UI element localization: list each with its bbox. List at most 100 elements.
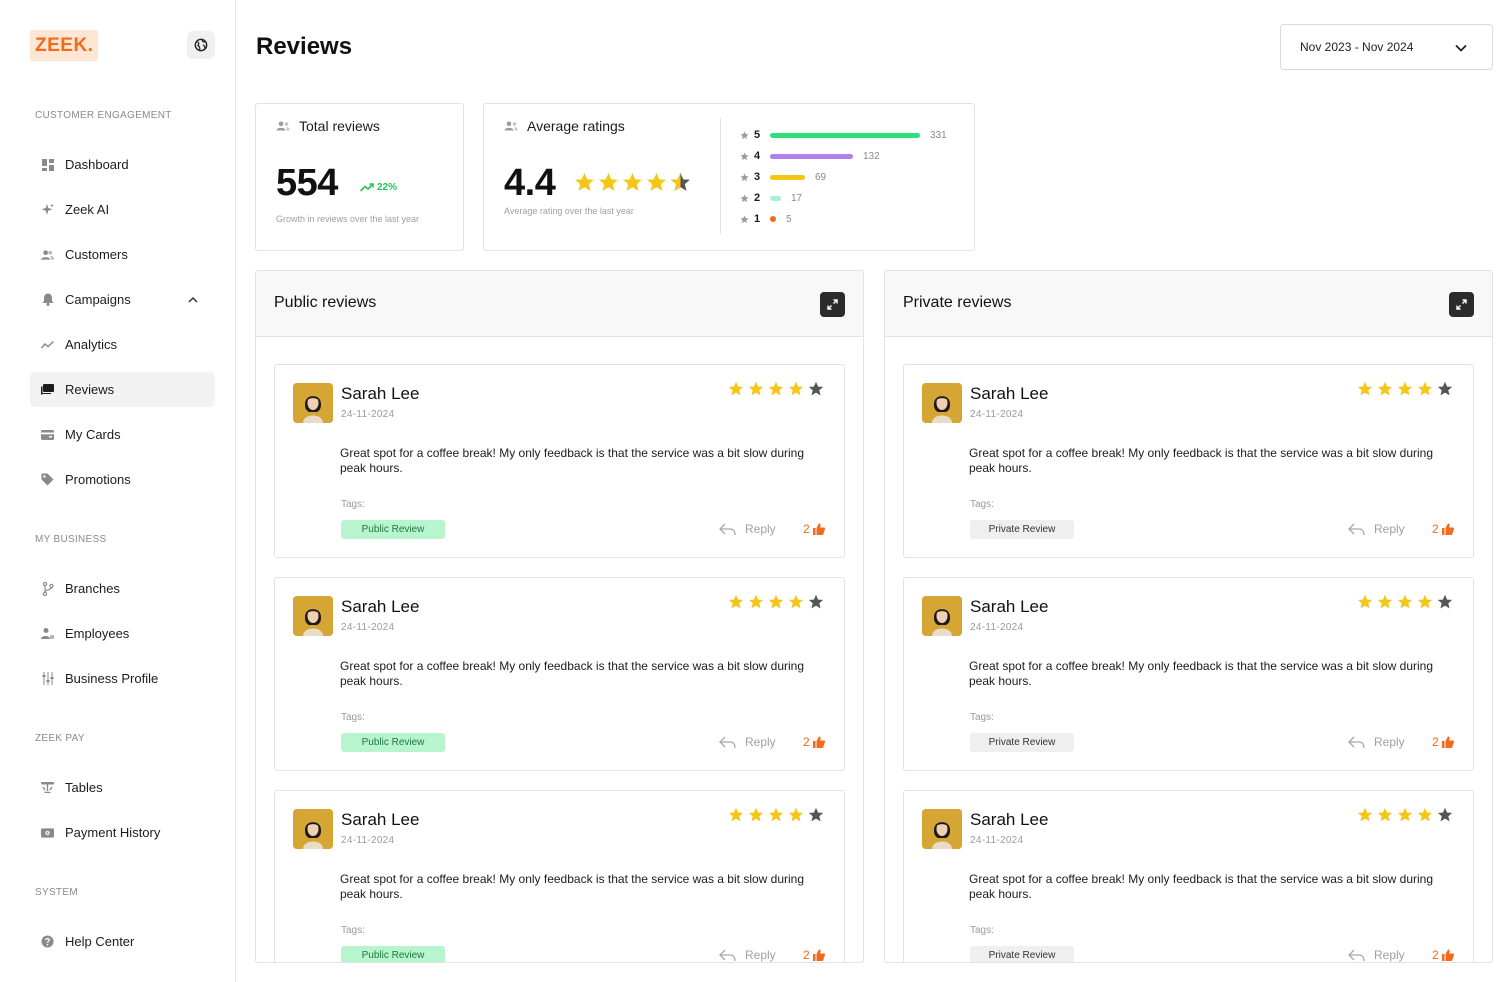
- trend-up-icon: [360, 183, 374, 192]
- sidebar-item-label: Tables: [65, 780, 103, 795]
- like-button[interactable]: 2: [803, 522, 825, 536]
- sidebar-item-dashboard[interactable]: Dashboard: [30, 147, 215, 182]
- sidebar-item-branches[interactable]: Branches: [30, 571, 215, 606]
- like-button[interactable]: 2: [1432, 522, 1454, 536]
- rating-count: 17: [791, 192, 803, 204]
- tags-label: Tags:: [341, 712, 365, 723]
- expand-button[interactable]: [1449, 292, 1474, 317]
- review-card: Sarah Lee 24-11-2024 Great spot for a coff…: [903, 577, 1474, 771]
- star-filled-icon: [599, 173, 618, 191]
- panel-title: Private reviews: [903, 294, 1012, 311]
- rating-count: 331: [930, 129, 947, 141]
- review-tag[interactable]: Public Review: [341, 520, 445, 539]
- star-empty-icon: [808, 594, 824, 609]
- rating-count: 132: [863, 150, 880, 162]
- sidebar-item-payment-history[interactable]: Payment History: [30, 815, 215, 850]
- card-icon: [41, 428, 54, 441]
- review-tag[interactable]: Private Review: [970, 946, 1074, 962]
- reply-icon: [719, 523, 736, 535]
- rating-stars-label: 5: [754, 129, 761, 141]
- star-filled-icon: [788, 807, 804, 822]
- thumbs-up-icon: [812, 523, 825, 535]
- review-tag[interactable]: Private Review: [970, 733, 1074, 752]
- avatar: [922, 596, 962, 636]
- sidebar-item-customers[interactable]: Customers: [30, 237, 215, 272]
- sidebar-item-campaigns[interactable]: Campaigns: [30, 282, 215, 317]
- rating-row-5: 5 331: [740, 128, 947, 142]
- review-tag[interactable]: Public Review: [341, 733, 445, 752]
- star-filled-icon: [728, 807, 744, 822]
- users-icon: [41, 248, 54, 261]
- reply-label: Reply: [1374, 735, 1405, 749]
- sidebar-item-label: Payment History: [65, 825, 161, 840]
- review-date: 24-11-2024: [970, 622, 1024, 633]
- like-button[interactable]: 2: [1432, 735, 1454, 749]
- reply-button[interactable]: Reply: [1348, 735, 1405, 749]
- sidebar-item-promotions[interactable]: Promotions: [30, 462, 215, 497]
- chevron-up-icon[interactable]: [188, 293, 198, 308]
- thumbs-up-icon: [1441, 523, 1454, 535]
- review-tag[interactable]: Public Review: [341, 946, 445, 962]
- review-card: Sarah Lee 24-11-2024 Great spot for a coff…: [274, 790, 845, 962]
- reply-button[interactable]: Reply: [1348, 948, 1405, 962]
- star-filled-icon: [768, 807, 784, 822]
- review-text: Great spot for a coffee break! My only f…: [969, 659, 1434, 688]
- like-button[interactable]: 2: [803, 948, 825, 962]
- sidebar-item-reviews[interactable]: Reviews: [30, 372, 215, 407]
- language-button[interactable]: [187, 31, 215, 59]
- sidebar-item-label: Zeek AI: [65, 202, 110, 217]
- sidebar-item-help-center[interactable]: Help Center: [30, 924, 215, 959]
- tags-label: Tags:: [970, 712, 994, 723]
- like-count: 2: [803, 948, 810, 962]
- review-text: Great spot for a coffee break! My only f…: [969, 872, 1434, 901]
- like-button[interactable]: 2: [803, 735, 825, 749]
- star-filled-icon: [1357, 594, 1373, 609]
- section-my-business: MY BUSINESS: [35, 534, 107, 545]
- expand-button[interactable]: [820, 292, 845, 317]
- reviewer-name: Sarah Lee: [341, 810, 420, 829]
- sidebar-item-analytics[interactable]: Analytics: [30, 327, 215, 362]
- sidebar-item-my-cards[interactable]: My Cards: [30, 417, 215, 452]
- sidebar-item-zeek-ai[interactable]: Zeek AI: [30, 192, 215, 227]
- expand-icon: [1456, 299, 1467, 310]
- review-text: Great spot for a coffee break! My only f…: [340, 872, 805, 901]
- like-count: 2: [1432, 948, 1439, 962]
- rating-row-3: 3 69: [740, 170, 826, 184]
- reviewer-name: Sarah Lee: [970, 597, 1049, 616]
- public-reviews-panel: Public reviews Sarah Lee 24-11-2024 Great …: [255, 270, 864, 963]
- date-range-select[interactable]: Nov 2023 - Nov 2024: [1280, 24, 1493, 70]
- star-empty-icon: [808, 807, 824, 822]
- star-filled-icon: [1397, 807, 1413, 822]
- zeek-logo[interactable]: ZEEK.: [30, 30, 99, 61]
- review-date: 24-11-2024: [341, 622, 395, 633]
- star-empty-icon: [1437, 381, 1453, 396]
- reply-button[interactable]: Reply: [719, 735, 776, 749]
- reply-button[interactable]: Reply: [1348, 522, 1405, 536]
- review-tag[interactable]: Private Review: [970, 520, 1074, 539]
- star-icon: [740, 130, 749, 140]
- review-date: 24-11-2024: [341, 835, 395, 846]
- review-date: 24-11-2024: [341, 409, 395, 420]
- sidebar-item-employees[interactable]: Employees: [30, 616, 215, 651]
- rating-bar: [770, 153, 853, 159]
- sidebar-item-business-profile[interactable]: Business Profile: [30, 661, 215, 696]
- tag-icon: [41, 473, 54, 486]
- sidebar-item-label: Campaigns: [65, 292, 131, 307]
- reply-button[interactable]: Reply: [719, 948, 776, 962]
- avatar: [293, 383, 333, 423]
- sidebar-item-tables[interactable]: Tables: [30, 770, 215, 805]
- rating-count: 69: [815, 171, 827, 183]
- star-filled-icon: [788, 594, 804, 609]
- reply-icon: [1348, 736, 1365, 748]
- tags-label: Tags:: [970, 925, 994, 936]
- star-icon: [740, 193, 749, 203]
- total-reviews-card: Total reviews 554 22% Growth in reviews …: [255, 103, 464, 251]
- users-icon: [504, 121, 518, 131]
- review-card: Sarah Lee 24-11-2024 Great spot for a coff…: [903, 364, 1474, 558]
- reviewer-name: Sarah Lee: [341, 597, 420, 616]
- thumbs-up-icon: [1441, 949, 1454, 961]
- rating-bar: [770, 174, 805, 180]
- star-filled-icon: [788, 381, 804, 396]
- like-button[interactable]: 2: [1432, 948, 1454, 962]
- reply-button[interactable]: Reply: [719, 522, 776, 536]
